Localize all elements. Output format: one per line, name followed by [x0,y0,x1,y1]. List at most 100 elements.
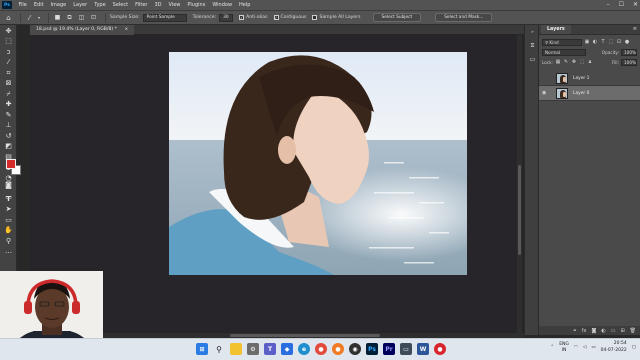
lock-position-icon[interactable]: ✥ [571,59,577,65]
red-app-icon[interactable]: ● [434,343,446,355]
layer-filter-select[interactable]: ⚲ Kind [542,38,582,46]
scrollbar-thumb[interactable] [518,165,521,255]
frame-tool-icon[interactable]: ⊠ [4,79,13,88]
hand-tool-icon[interactable]: ✋ [4,226,13,235]
menu-3d[interactable]: 3D [151,0,165,10]
link-layers-icon[interactable]: ⚭ [573,328,577,334]
obs-icon[interactable]: ◉ [349,343,361,355]
lock-transparent-icon[interactable]: ▦ [555,59,561,65]
menu-view[interactable]: View [165,0,184,10]
crop-tool-icon[interactable]: ⌗ [4,69,13,78]
new-selection-icon[interactable]: ■ [53,13,62,22]
lock-image-icon[interactable]: ✎ [563,59,569,65]
wifi-icon[interactable]: ◠ [574,345,578,350]
teams-icon[interactable]: T [264,343,276,355]
chevron-up-icon[interactable]: ⌃ [550,345,554,350]
vertical-scrollbar[interactable] [517,35,522,333]
chevron-down-icon[interactable]: ▾ [37,13,41,22]
filter-adjustment-icon[interactable]: ◐ [592,39,598,45]
maximize-button[interactable]: ☐ [619,0,624,10]
magic-wand-icon[interactable]: ⁄ [25,13,34,22]
select-and-mask-button[interactable]: Select and Mask... [435,13,493,22]
filter-type-icon[interactable]: T [600,39,606,45]
tab-close-icon[interactable]: × [124,27,128,32]
foreground-color-swatch[interactable] [6,159,16,169]
search-icon[interactable]: ⚲ [213,343,225,355]
move-tool-icon[interactable]: ✥ [4,27,13,36]
lock-artboard-icon[interactable]: ⬚ [579,59,585,65]
word-icon[interactable]: W [417,343,429,355]
menu-layer[interactable]: Layer [70,0,91,10]
language-indicator[interactable]: ENG IN [559,342,569,353]
filter-toggle-icon[interactable]: ● [624,39,630,45]
menu-help[interactable]: Help [236,0,254,10]
healing-brush-tool-icon[interactable]: ✚ [4,100,13,109]
lock-all-icon[interactable]: 🔒︎ [587,59,593,65]
menu-image[interactable]: Image [47,0,70,10]
sample-size-select[interactable]: Point Sample [142,13,187,22]
brush-tool-icon[interactable]: ✎ [4,111,13,120]
history-panel-icon[interactable]: ⧖ [528,41,537,50]
comments-panel-icon[interactable]: ▭ [528,55,537,64]
filter-shape-icon[interactable]: ⬚ [608,39,614,45]
eye-icon[interactable]: ◉ [542,90,550,96]
dropbox-icon[interactable]: ◆ [281,343,293,355]
sample-all-layers-checkbox[interactable] [312,15,318,20]
new-layer-icon[interactable]: ⊞ [620,328,624,334]
rectangle-tool-icon[interactable]: ▭ [4,216,13,225]
delete-layer-icon[interactable]: 🗑︎ [630,328,636,334]
panel-menu-icon[interactable]: ≡ [633,25,637,34]
volume-icon[interactable]: ◁ [583,345,586,350]
battery-icon[interactable]: ▭ [591,345,595,350]
opacity-input[interactable]: 100% [621,48,637,56]
menu-type[interactable]: Type [91,0,109,10]
screen-mode-icon[interactable]: ▭ [4,193,13,202]
more-tools-icon[interactable]: … [4,247,13,256]
premiere-icon[interactable]: Pr [383,343,395,355]
close-button[interactable]: ✕ [633,0,638,10]
menu-edit[interactable]: Edit [30,0,47,10]
anti-alias-checkbox[interactable]: ✓ [239,15,245,20]
zoom-tool-icon[interactable]: ⚲ [4,237,13,246]
tolerance-input[interactable]: 30 [219,13,234,22]
settings-icon[interactable]: ⚙ [247,343,259,355]
notifications-icon[interactable]: ▢ [632,345,636,350]
eyedropper-tool-icon[interactable]: ⌿ [4,90,13,99]
adjustment-layer-icon[interactable]: ◐ [601,328,605,334]
photoshop-taskbar-icon[interactable]: Ps [366,343,378,355]
subtract-selection-icon[interactable]: ◫ [77,13,86,22]
path-selection-tool-icon[interactable]: ➤ [4,205,13,214]
filter-pixel-icon[interactable]: ▣ [584,39,590,45]
select-subject-button[interactable]: Select Subject [372,13,422,22]
history-brush-tool-icon[interactable]: ↺ [4,132,13,141]
windows-start-icon[interactable]: ⊞ [196,343,208,355]
minimize-button[interactable]: – [607,0,610,10]
marquee-tool-icon[interactable]: ⬚ [4,37,13,46]
layer-style-icon[interactable]: fx [582,328,587,334]
tab-layers[interactable]: Layers [541,25,571,34]
filter-smart-object-icon[interactable]: ⊡ [616,39,622,45]
home-icon[interactable]: ⌂ [4,13,13,22]
firefox-icon[interactable]: ● [332,343,344,355]
layer-row-layer-1[interactable]: Layer 1 [539,71,640,86]
clock[interactable]: 20:54 04-07-2022 [601,341,627,354]
fill-input[interactable]: 100% [621,58,637,66]
lasso-tool-icon[interactable]: ↄ [4,48,13,57]
menu-filter[interactable]: Filter [132,0,151,10]
eraser-tool-icon[interactable]: ◩ [4,142,13,151]
blend-mode-select[interactable]: Normal [542,48,586,56]
menu-file[interactable]: File [15,0,30,10]
layer-row-layer-0[interactable]: ◉ Layer 0 [539,86,640,101]
contiguous-checkbox[interactable]: ✓ [273,15,279,20]
menu-plugins[interactable]: Plugins [184,0,209,10]
chrome-icon[interactable]: ● [315,343,327,355]
scrollbar-thumb[interactable] [230,334,380,337]
clone-stamp-tool-icon[interactable]: ⊥ [4,121,13,130]
collapse-panels-icon[interactable]: » [528,27,537,36]
add-mask-icon[interactable]: ◙ [591,328,596,334]
edge-icon[interactable]: e [298,343,310,355]
menu-window[interactable]: Window [209,0,236,10]
new-group-icon[interactable]: ▭ [611,328,616,334]
intersect-selection-icon[interactable]: ⊡ [89,13,98,22]
files-icon[interactable]: ▭ [400,343,412,355]
